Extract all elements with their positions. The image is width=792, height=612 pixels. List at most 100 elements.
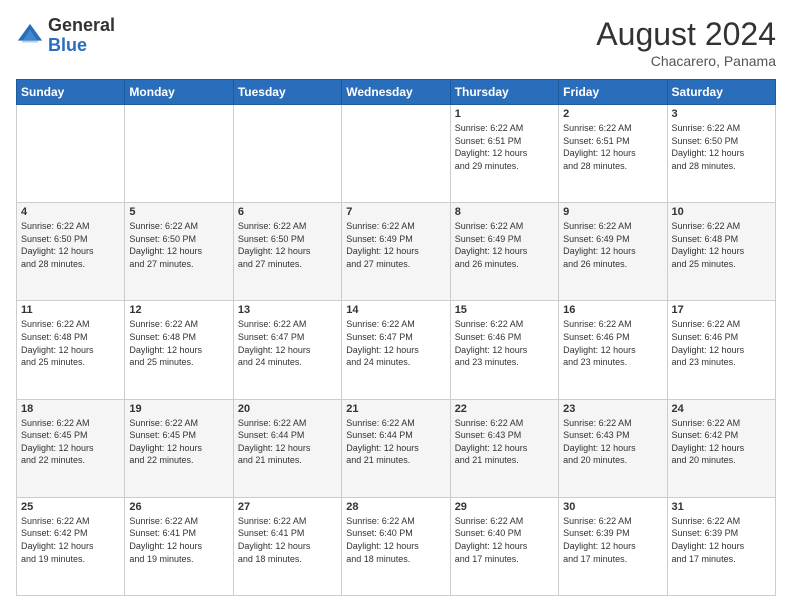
day-number: 14 bbox=[346, 304, 445, 316]
day-info: Sunrise: 6:22 AM Sunset: 6:45 PM Dayligh… bbox=[21, 417, 120, 467]
day-info: Sunrise: 6:22 AM Sunset: 6:42 PM Dayligh… bbox=[21, 515, 120, 565]
day-info: Sunrise: 6:22 AM Sunset: 6:48 PM Dayligh… bbox=[21, 318, 120, 368]
calendar-cell: 8 Sunrise: 6:22 AM Sunset: 6:49 PM Daylig… bbox=[450, 203, 558, 301]
calendar-cell: 3 Sunrise: 6:22 AM Sunset: 6:50 PM Daylig… bbox=[667, 105, 775, 203]
day-info: Sunrise: 6:22 AM Sunset: 6:46 PM Dayligh… bbox=[455, 318, 554, 368]
calendar-cell: 12 Sunrise: 6:22 AM Sunset: 6:48 PM Dayli… bbox=[125, 301, 233, 399]
day-info: Sunrise: 6:22 AM Sunset: 6:50 PM Dayligh… bbox=[672, 122, 771, 172]
calendar-cell bbox=[125, 105, 233, 203]
header: General Blue August 2024 Chacarero, Pana… bbox=[16, 16, 776, 69]
calendar-header-row: Sunday Monday Tuesday Wednesday Thursday… bbox=[17, 80, 776, 105]
day-number: 11 bbox=[21, 304, 120, 316]
day-number: 13 bbox=[238, 304, 337, 316]
logo: General Blue bbox=[16, 16, 115, 56]
calendar-cell: 4 Sunrise: 6:22 AM Sunset: 6:50 PM Daylig… bbox=[17, 203, 125, 301]
day-info: Sunrise: 6:22 AM Sunset: 6:50 PM Dayligh… bbox=[129, 220, 228, 270]
location: Chacarero, Panama bbox=[596, 53, 776, 69]
day-number: 4 bbox=[21, 206, 120, 218]
day-number: 28 bbox=[346, 501, 445, 513]
day-number: 19 bbox=[129, 403, 228, 415]
day-info: Sunrise: 6:22 AM Sunset: 6:47 PM Dayligh… bbox=[346, 318, 445, 368]
day-info: Sunrise: 6:22 AM Sunset: 6:42 PM Dayligh… bbox=[672, 417, 771, 467]
day-number: 5 bbox=[129, 206, 228, 218]
day-number: 31 bbox=[672, 501, 771, 513]
day-info: Sunrise: 6:22 AM Sunset: 6:40 PM Dayligh… bbox=[455, 515, 554, 565]
calendar-week-1: 4 Sunrise: 6:22 AM Sunset: 6:50 PM Daylig… bbox=[17, 203, 776, 301]
calendar-cell: 5 Sunrise: 6:22 AM Sunset: 6:50 PM Daylig… bbox=[125, 203, 233, 301]
calendar-cell: 21 Sunrise: 6:22 AM Sunset: 6:44 PM Dayli… bbox=[342, 399, 450, 497]
day-info: Sunrise: 6:22 AM Sunset: 6:39 PM Dayligh… bbox=[672, 515, 771, 565]
day-number: 8 bbox=[455, 206, 554, 218]
day-number: 23 bbox=[563, 403, 662, 415]
day-info: Sunrise: 6:22 AM Sunset: 6:46 PM Dayligh… bbox=[563, 318, 662, 368]
day-number: 27 bbox=[238, 501, 337, 513]
day-number: 3 bbox=[672, 108, 771, 120]
calendar-cell: 19 Sunrise: 6:22 AM Sunset: 6:45 PM Dayli… bbox=[125, 399, 233, 497]
calendar-cell: 15 Sunrise: 6:22 AM Sunset: 6:46 PM Dayli… bbox=[450, 301, 558, 399]
day-number: 1 bbox=[455, 108, 554, 120]
day-number: 26 bbox=[129, 501, 228, 513]
calendar-cell: 9Sunrise: 6:22 AM Sunset: 6:49 PM Daylig… bbox=[559, 203, 667, 301]
day-number: 30 bbox=[563, 501, 662, 513]
logo-icon bbox=[16, 22, 44, 50]
day-info: Sunrise: 6:22 AM Sunset: 6:43 PM Dayligh… bbox=[563, 417, 662, 467]
calendar-cell: 22 Sunrise: 6:22 AM Sunset: 6:43 PM Dayli… bbox=[450, 399, 558, 497]
day-number: 12 bbox=[129, 304, 228, 316]
calendar-cell: 14 Sunrise: 6:22 AM Sunset: 6:47 PM Dayli… bbox=[342, 301, 450, 399]
day-info: Sunrise: 6:22 AM Sunset: 6:47 PM Dayligh… bbox=[238, 318, 337, 368]
calendar-cell: 6Sunrise: 6:22 AM Sunset: 6:50 PM Daylig… bbox=[233, 203, 341, 301]
col-tuesday: Tuesday bbox=[233, 80, 341, 105]
day-number: 10 bbox=[672, 206, 771, 218]
calendar-cell: 30Sunrise: 6:22 AM Sunset: 6:39 PM Dayli… bbox=[559, 497, 667, 595]
day-info: Sunrise: 6:22 AM Sunset: 6:44 PM Dayligh… bbox=[346, 417, 445, 467]
logo-general: General bbox=[48, 15, 115, 35]
calendar-cell: 2Sunrise: 6:22 AM Sunset: 6:51 PM Daylig… bbox=[559, 105, 667, 203]
day-number: 24 bbox=[672, 403, 771, 415]
calendar-cell bbox=[17, 105, 125, 203]
day-number: 15 bbox=[455, 304, 554, 316]
day-info: Sunrise: 6:22 AM Sunset: 6:48 PM Dayligh… bbox=[672, 220, 771, 270]
month-year: August 2024 bbox=[596, 16, 776, 53]
col-sunday: Sunday bbox=[17, 80, 125, 105]
col-saturday: Saturday bbox=[667, 80, 775, 105]
calendar-cell: 16Sunrise: 6:22 AM Sunset: 6:46 PM Dayli… bbox=[559, 301, 667, 399]
day-info: Sunrise: 6:22 AM Sunset: 6:40 PM Dayligh… bbox=[346, 515, 445, 565]
calendar-cell: 29 Sunrise: 6:22 AM Sunset: 6:40 PM Dayli… bbox=[450, 497, 558, 595]
day-number: 21 bbox=[346, 403, 445, 415]
calendar-cell: 26 Sunrise: 6:22 AM Sunset: 6:41 PM Dayli… bbox=[125, 497, 233, 595]
day-info: Sunrise: 6:22 AM Sunset: 6:46 PM Dayligh… bbox=[672, 318, 771, 368]
page: General Blue August 2024 Chacarero, Pana… bbox=[0, 0, 792, 612]
calendar-cell bbox=[342, 105, 450, 203]
calendar-cell: 28 Sunrise: 6:22 AM Sunset: 6:40 PM Dayli… bbox=[342, 497, 450, 595]
day-info: Sunrise: 6:22 AM Sunset: 6:51 PM Dayligh… bbox=[455, 122, 554, 172]
col-thursday: Thursday bbox=[450, 80, 558, 105]
day-number: 29 bbox=[455, 501, 554, 513]
calendar-cell: 13 Sunrise: 6:22 AM Sunset: 6:47 PM Dayli… bbox=[233, 301, 341, 399]
day-info: Sunrise: 6:22 AM Sunset: 6:50 PM Dayligh… bbox=[21, 220, 120, 270]
calendar-cell: 27Sunrise: 6:22 AM Sunset: 6:41 PM Dayli… bbox=[233, 497, 341, 595]
title-block: August 2024 Chacarero, Panama bbox=[596, 16, 776, 69]
day-info: Sunrise: 6:22 AM Sunset: 6:44 PM Dayligh… bbox=[238, 417, 337, 467]
logo-text: General Blue bbox=[48, 16, 115, 56]
day-number: 7 bbox=[346, 206, 445, 218]
calendar-table: Sunday Monday Tuesday Wednesday Thursday… bbox=[16, 79, 776, 596]
col-wednesday: Wednesday bbox=[342, 80, 450, 105]
day-info: Sunrise: 6:22 AM Sunset: 6:43 PM Dayligh… bbox=[455, 417, 554, 467]
day-number: 22 bbox=[455, 403, 554, 415]
calendar-cell bbox=[233, 105, 341, 203]
calendar-week-0: 1 Sunrise: 6:22 AM Sunset: 6:51 PM Daylig… bbox=[17, 105, 776, 203]
day-number: 20 bbox=[238, 403, 337, 415]
day-info: Sunrise: 6:22 AM Sunset: 6:48 PM Dayligh… bbox=[129, 318, 228, 368]
calendar-cell: 23 Sunrise: 6:22 AM Sunset: 6:43 PM Dayli… bbox=[559, 399, 667, 497]
calendar-cell: 24 Sunrise: 6:22 AM Sunset: 6:42 PM Dayli… bbox=[667, 399, 775, 497]
col-friday: Friday bbox=[559, 80, 667, 105]
calendar-cell: 17 Sunrise: 6:22 AM Sunset: 6:46 PM Dayli… bbox=[667, 301, 775, 399]
calendar-cell: 11 Sunrise: 6:22 AM Sunset: 6:48 PM Dayli… bbox=[17, 301, 125, 399]
calendar-cell: 31 Sunrise: 6:22 AM Sunset: 6:39 PM Dayli… bbox=[667, 497, 775, 595]
calendar-cell: 1 Sunrise: 6:22 AM Sunset: 6:51 PM Daylig… bbox=[450, 105, 558, 203]
day-info: Sunrise: 6:22 AM Sunset: 6:45 PM Dayligh… bbox=[129, 417, 228, 467]
calendar-week-2: 11 Sunrise: 6:22 AM Sunset: 6:48 PM Dayli… bbox=[17, 301, 776, 399]
day-number: 17 bbox=[672, 304, 771, 316]
day-info: Sunrise: 6:22 AM Sunset: 6:41 PM Dayligh… bbox=[129, 515, 228, 565]
day-info: Sunrise: 6:22 AM Sunset: 6:49 PM Dayligh… bbox=[455, 220, 554, 270]
